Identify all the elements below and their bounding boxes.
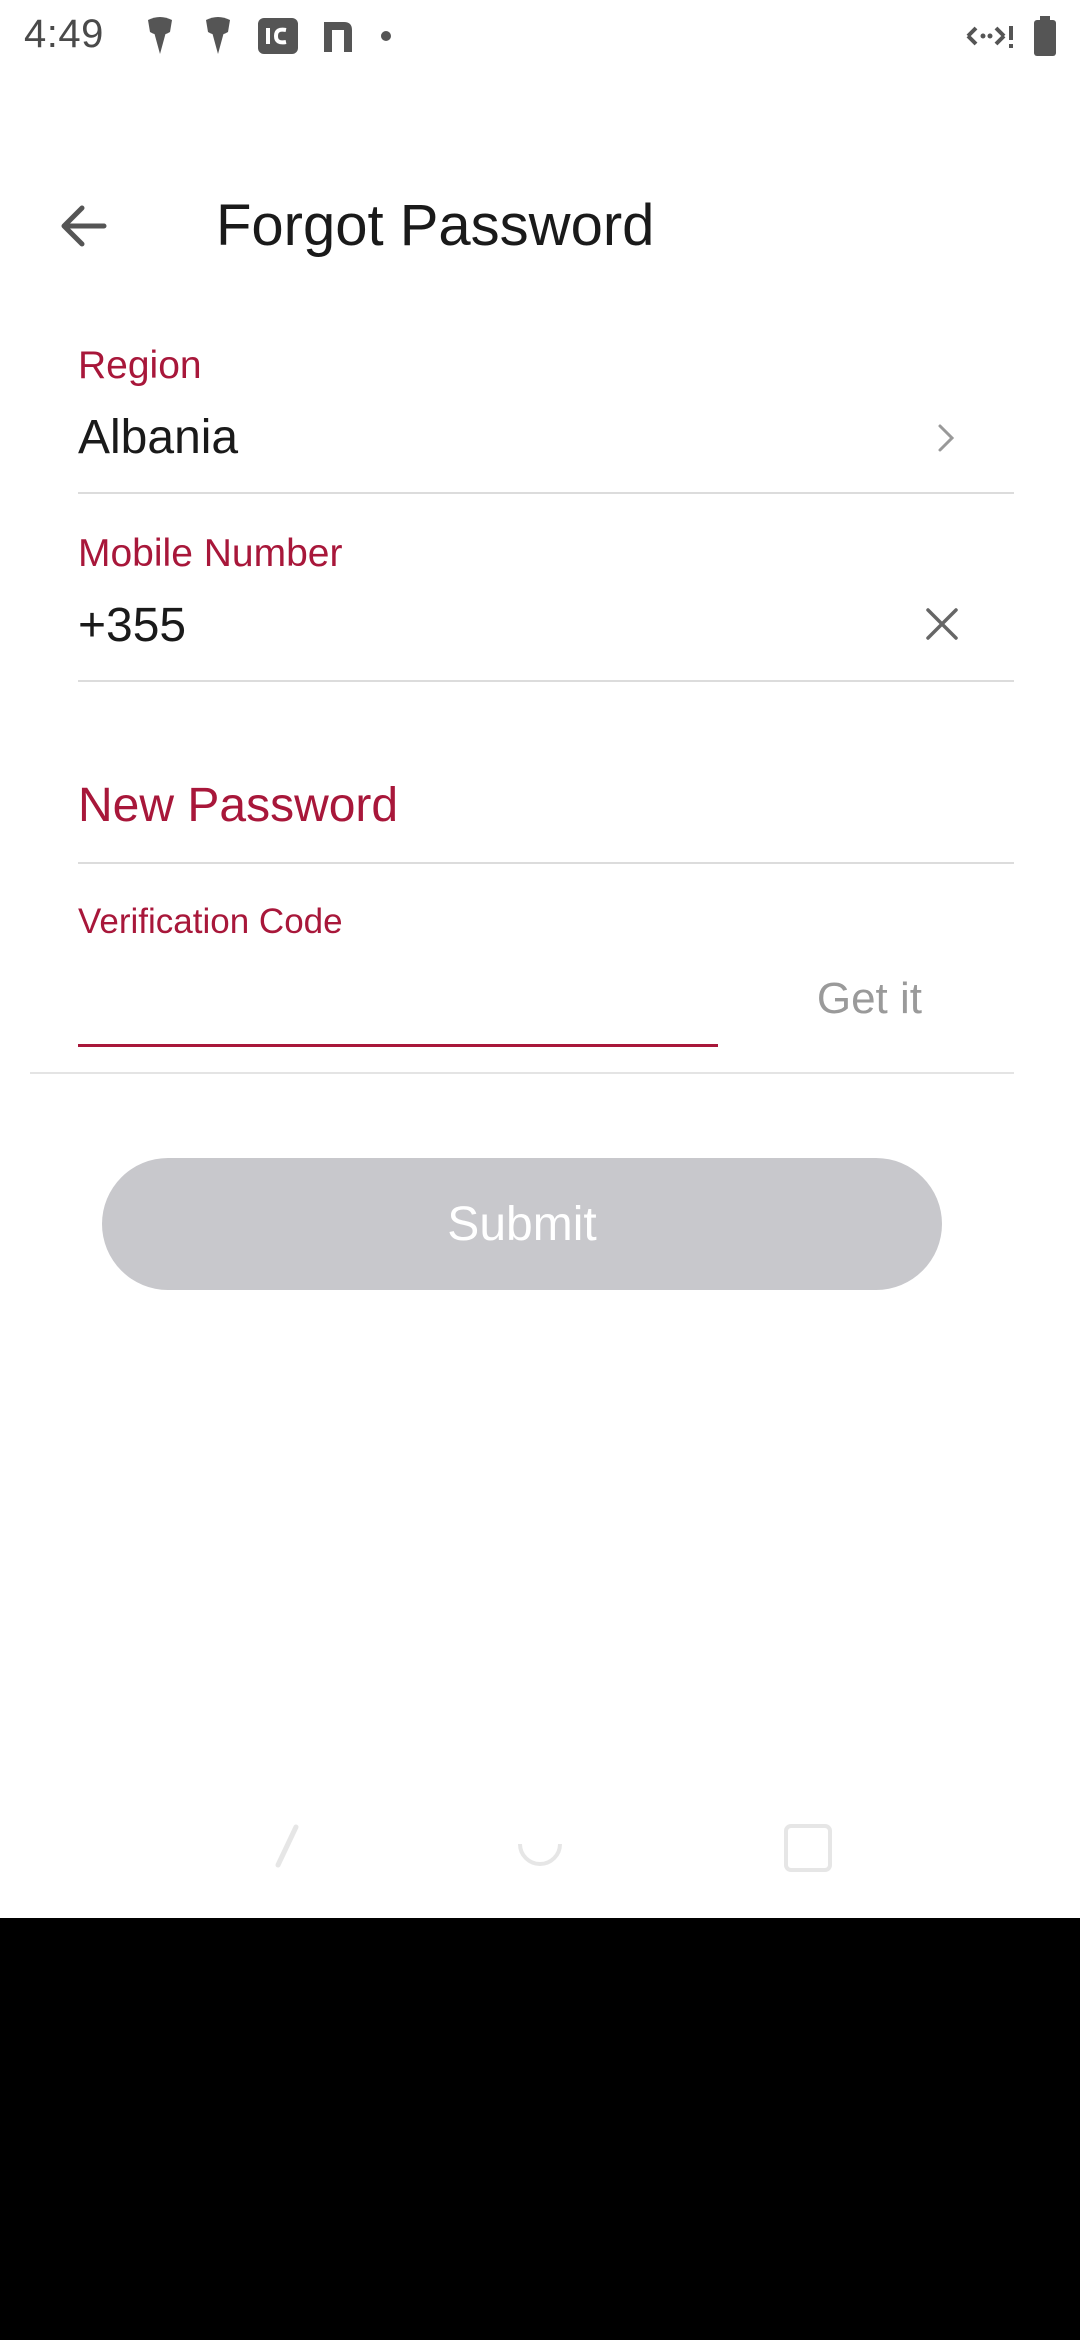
- submit-button[interactable]: Submit: [102, 1158, 942, 1290]
- recents-icon[interactable]: [778, 1818, 838, 1878]
- get-code-button[interactable]: Get it: [817, 974, 922, 1024]
- verification-code-input[interactable]: [78, 964, 718, 1047]
- dot-icon: [381, 31, 391, 41]
- status-notification-icons: [140, 14, 396, 58]
- mobile-number-label: Mobile Number: [78, 532, 343, 575]
- home-icon[interactable]: [510, 1818, 570, 1878]
- notification-icon: [148, 17, 172, 54]
- verification-code-label: Verification Code: [78, 902, 343, 941]
- region-value[interactable]: Albania: [78, 410, 238, 465]
- region-divider: [78, 492, 1014, 494]
- forgot-password-screen: 4:49 Forgot Password Region Albania Mobi…: [0, 0, 1080, 1918]
- app-1c-icon: [258, 18, 298, 54]
- status-bar: 4:49: [0, 0, 1080, 72]
- mobile-number-field[interactable]: Mobile Number +355: [78, 528, 1014, 684]
- new-password-field[interactable]: New Password: [78, 770, 1014, 866]
- region-field[interactable]: Region Albania: [78, 340, 1014, 496]
- app-n-icon: [324, 22, 352, 52]
- status-time: 4:49: [24, 12, 104, 56]
- new-password-label: New Password: [78, 779, 399, 832]
- page-title: Forgot Password: [216, 193, 655, 258]
- navigation-bar: [0, 1800, 1080, 1890]
- arrow-left-icon: [61, 205, 107, 247]
- data-arrows-icon: [966, 26, 1013, 48]
- region-label: Region: [78, 344, 202, 387]
- mobile-number-value[interactable]: +355: [78, 598, 186, 653]
- clear-icon[interactable]: [910, 592, 974, 656]
- new-password-divider: [78, 862, 1014, 864]
- verification-code-field: Verification Code Get it: [30, 896, 1014, 1076]
- back-button[interactable]: [48, 190, 120, 262]
- notification-icon: [206, 17, 230, 54]
- battery-icon: [1034, 16, 1056, 56]
- chevron-right-icon[interactable]: [926, 410, 966, 466]
- back-gesture-icon[interactable]: [256, 1818, 316, 1878]
- mobile-number-divider: [78, 680, 1014, 682]
- status-system-icons: [964, 14, 1058, 58]
- verification-divider: [30, 1072, 1014, 1074]
